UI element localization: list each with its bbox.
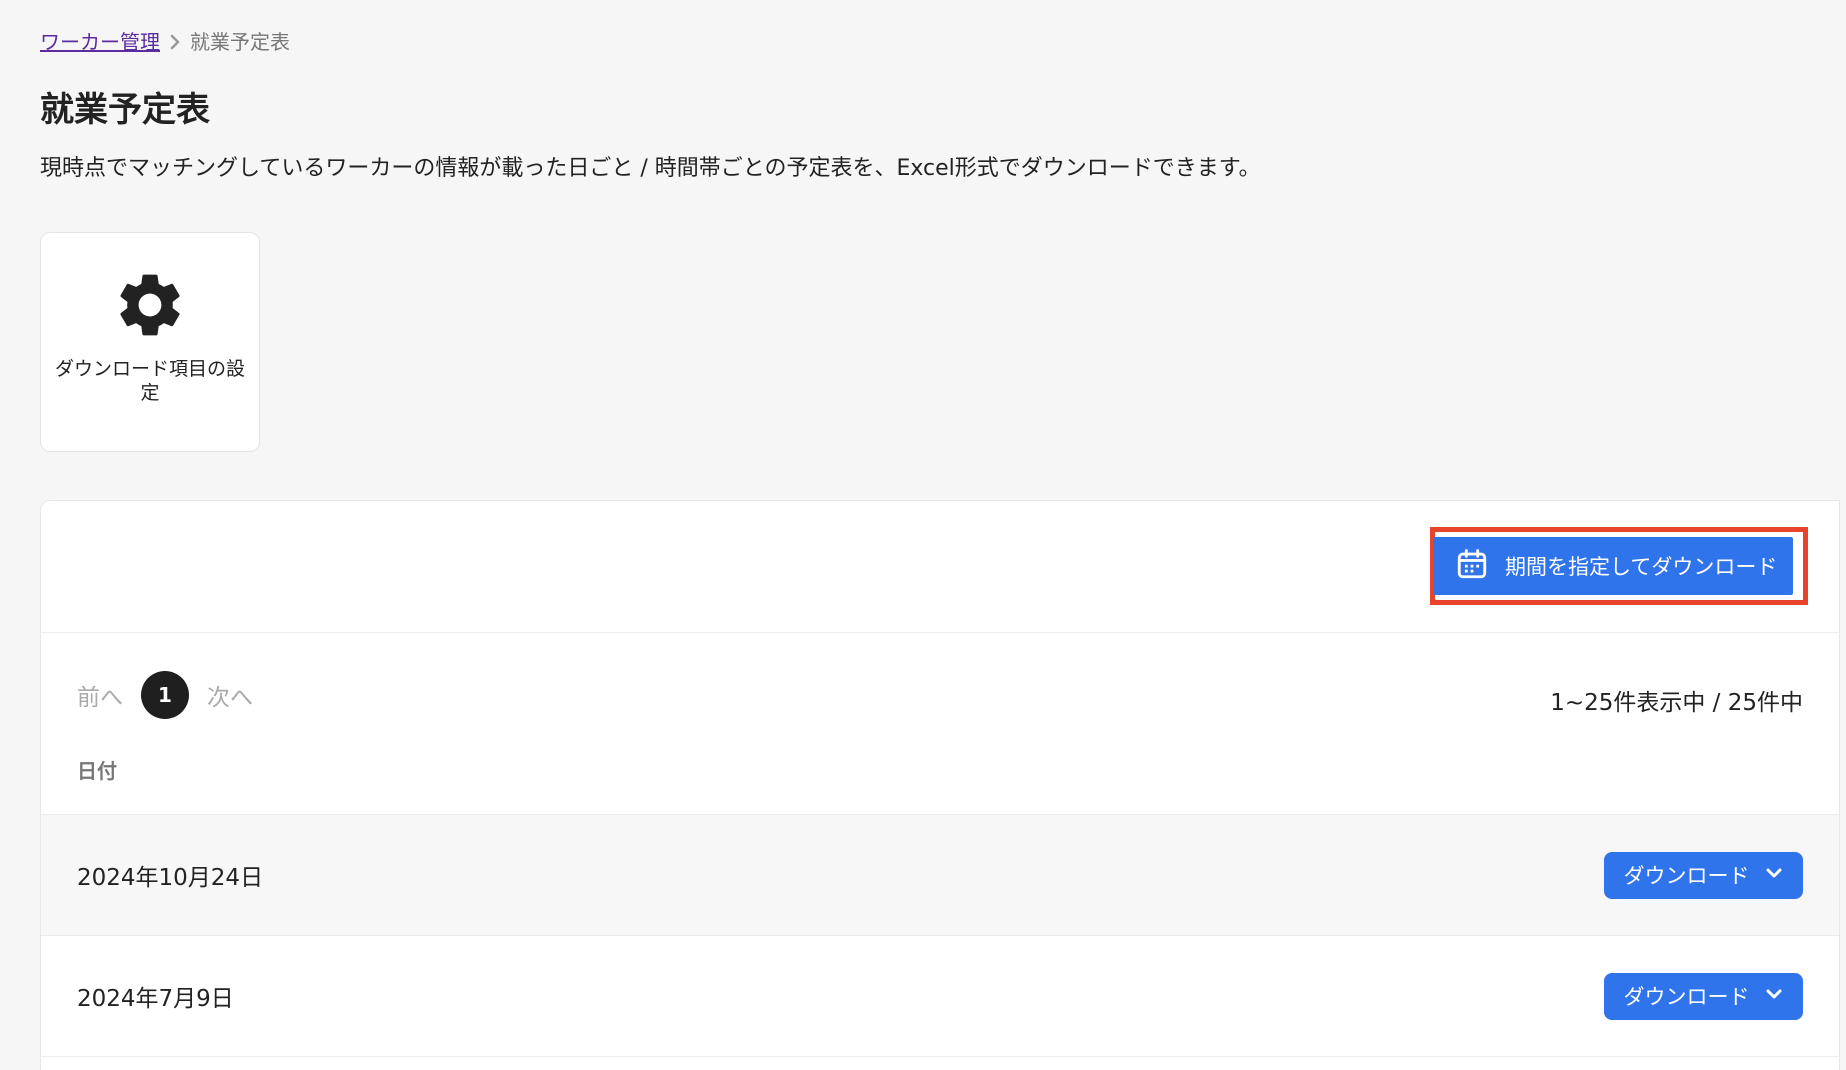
page: ワーカー管理 就業予定表 就業予定表 現時点でマッチングしているワーカーの情報が…	[0, 0, 1846, 1070]
calendar-icon	[1455, 547, 1489, 586]
gear-icon	[112, 267, 188, 343]
row-date: 2024年10月24日	[77, 865, 264, 891]
period-download-button[interactable]: 期間を指定してダウンロード	[1433, 537, 1793, 595]
download-settings-label: ダウンロード項目の設定	[54, 358, 245, 404]
pagination-row: 前へ 1 次へ 1~25件表示中 / 25件中	[41, 633, 1839, 755]
table-header-date: 日付	[41, 755, 1839, 815]
page-number-current[interactable]: 1	[141, 671, 189, 719]
download-button-label: ダウンロード	[1623, 864, 1750, 888]
row-date: 2024年7月9日	[77, 986, 234, 1012]
breadcrumb-current: 就業予定表	[190, 30, 290, 54]
table-row: 2024年10月24日 ダウンロード	[41, 815, 1839, 936]
page-description: 現時点でマッチングしているワーカーの情報が載った日ごと / 時間帯ごとの予定表を…	[40, 156, 1261, 181]
prev-page-link[interactable]: 前へ	[77, 678, 123, 712]
download-dropdown-button[interactable]: ダウンロード	[1604, 851, 1803, 899]
breadcrumb-link-worker-management[interactable]: ワーカー管理	[40, 26, 160, 55]
pagination: 前へ 1 次へ	[77, 671, 253, 719]
page-title: 就業予定表	[40, 90, 210, 130]
breadcrumb: ワーカー管理 就業予定表	[40, 26, 290, 55]
download-settings-card[interactable]: ダウンロード項目の設定	[40, 232, 260, 452]
panel-toolbar: 期間を指定してダウンロード	[41, 501, 1839, 633]
result-count: 1~25件表示中 / 25件中	[1550, 690, 1803, 716]
download-button-label: ダウンロード	[1623, 985, 1750, 1009]
table-row: 2024年7月9日 ダウンロード	[41, 936, 1839, 1057]
download-dropdown-button[interactable]: ダウンロード	[1604, 972, 1803, 1020]
chevron-right-icon	[168, 32, 182, 50]
next-page-link[interactable]: 次へ	[207, 678, 253, 712]
column-header-date: 日付	[77, 759, 117, 783]
chevron-down-icon	[1764, 863, 1784, 888]
schedule-panel: 期間を指定してダウンロード 前へ 1 次へ 1~25件表示中 / 25件中 日付…	[40, 500, 1840, 1070]
chevron-down-icon	[1764, 984, 1784, 1009]
period-download-label: 期間を指定してダウンロード	[1505, 555, 1778, 579]
